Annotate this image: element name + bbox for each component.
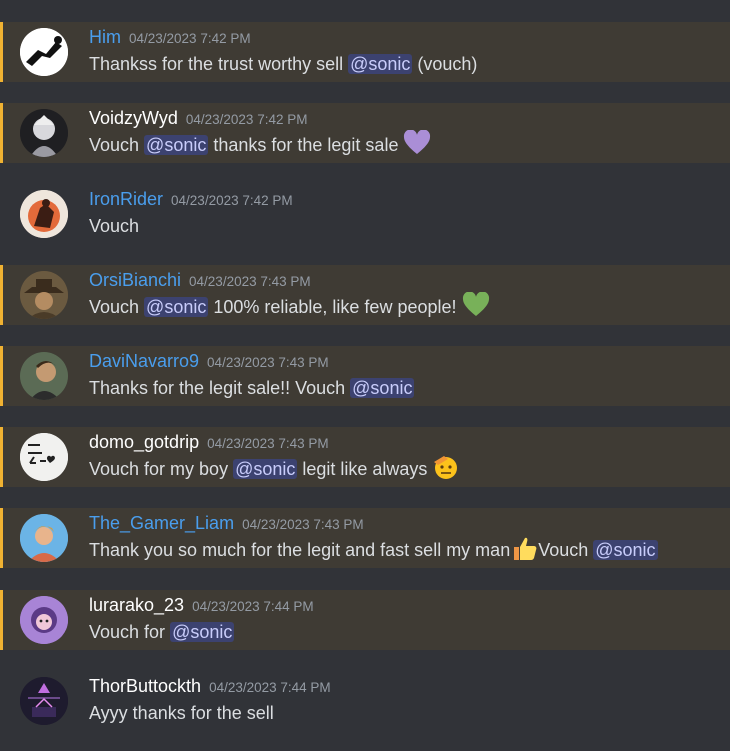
message-content: Vouch @sonic 100% reliable, like few peo…: [89, 291, 490, 318]
message-text: Vouch: [538, 540, 594, 560]
timestamp: 04/23/2023 7:43 PM: [207, 355, 329, 370]
user-mention[interactable]: @sonic: [350, 378, 415, 398]
message[interactable]: Him 04/23/2023 7:42 PM Thankss for the tr…: [0, 22, 730, 82]
timestamp: 04/23/2023 7:42 PM: [185, 112, 308, 127]
avatar[interactable]: [20, 28, 68, 76]
message-text: legit like always: [297, 459, 433, 479]
message-text: Vouch for: [89, 622, 171, 642]
message-header: The_Gamer_Liam 04/23/2023 7:43 PM: [89, 513, 364, 534]
message-header: lurarako_23 04/23/2023 7:44 PM: [89, 595, 314, 616]
message-text: Vouch: [89, 216, 140, 236]
purple-heart-icon: [403, 129, 431, 156]
message-text: Vouch for my boy: [89, 459, 234, 479]
username[interactable]: Him: [89, 27, 121, 47]
message[interactable]: DaviNavarro9 04/23/2023 7:43 PM Thanks fo…: [0, 346, 730, 406]
username[interactable]: OrsiBianchi: [89, 270, 181, 290]
message[interactable]: The_Gamer_Liam 04/23/2023 7:43 PM Thank y…: [0, 508, 730, 568]
user-mention[interactable]: @sonic: [170, 622, 235, 642]
message-content: Vouch for my boy @sonic legit like alway…: [89, 456, 460, 480]
user-mention[interactable]: @sonic: [348, 54, 413, 74]
message-text: Ayyy thanks for the sell: [89, 703, 274, 723]
avatar[interactable]: [20, 677, 68, 725]
message-header: ThorButtockth 04/23/2023 7:44 PM: [89, 676, 331, 697]
avatar[interactable]: [20, 596, 68, 644]
timestamp: 04/23/2023 7:43 PM: [242, 517, 364, 532]
message-header: domo_gotdrip 04/23/2023 7:43 PM: [89, 432, 329, 453]
avatar[interactable]: [20, 109, 68, 157]
timestamp: 04/23/2023 7:42 PM: [171, 193, 293, 208]
message[interactable]: IronRider 04/23/2023 7:42 PM Vouch: [0, 184, 730, 244]
message-text: (vouch): [412, 54, 478, 74]
timestamp: 04/23/2023 7:43 PM: [189, 274, 311, 289]
message[interactable]: ThorButtockth 04/23/2023 7:44 PM Ayyy tha…: [0, 671, 730, 731]
user-mention[interactable]: @sonic: [144, 135, 209, 155]
username[interactable]: ThorButtockth: [89, 676, 201, 696]
user-mention[interactable]: @sonic: [144, 297, 209, 317]
message-content: Vouch @sonic thanks for the legit sale: [89, 129, 431, 156]
username[interactable]: VoidzyWyd: [89, 108, 178, 128]
user-mention[interactable]: @sonic: [233, 459, 298, 479]
message-text: thanks for the legit sale: [208, 135, 404, 155]
timestamp: 04/23/2023 7:44 PM: [192, 599, 314, 614]
message-content: Thanks for the legit sale!! Vouch @sonic: [89, 378, 415, 399]
message[interactable]: OrsiBianchi 04/23/2023 7:43 PM Vouch @son…: [0, 265, 730, 325]
timestamp: 04/23/2023 7:44 PM: [209, 680, 331, 695]
message-header: OrsiBianchi 04/23/2023 7:43 PM: [89, 270, 311, 291]
username[interactable]: DaviNavarro9: [89, 351, 199, 371]
username[interactable]: domo_gotdrip: [89, 432, 199, 452]
timestamp: 04/23/2023 7:43 PM: [207, 436, 329, 451]
message-text: Thankss for the trust worthy sell: [89, 54, 349, 74]
message-text: Vouch: [89, 135, 145, 155]
avatar[interactable]: [20, 352, 68, 400]
message-header: Him 04/23/2023 7:42 PM: [89, 27, 251, 48]
message-content: Vouch for @sonic: [89, 622, 235, 643]
message-content: Ayyy thanks for the sell: [89, 703, 274, 724]
avatar[interactable]: [20, 271, 68, 319]
timestamp: 04/23/2023 7:42 PM: [129, 31, 251, 46]
message-text: 100% reliable, like few people!: [208, 297, 462, 317]
saluting-face-icon: [432, 454, 460, 480]
avatar[interactable]: [20, 190, 68, 238]
message-header: VoidzyWyd 04/23/2023 7:42 PM: [89, 108, 307, 129]
user-mention[interactable]: @sonic: [593, 540, 658, 560]
avatar[interactable]: [20, 433, 68, 481]
message[interactable]: lurarako_23 04/23/2023 7:44 PM Vouch for …: [0, 590, 730, 650]
message-text: Thank you so much for the legit and fast…: [89, 540, 511, 560]
username[interactable]: lurarako_23: [89, 595, 184, 615]
message[interactable]: VoidzyWyd 04/23/2023 7:42 PM Vouch @sonic…: [0, 103, 730, 163]
message-content: Thankss for the trust worthy sell @sonic…: [89, 54, 477, 75]
message-header: IronRider 04/23/2023 7:42 PM: [89, 189, 293, 210]
message[interactable]: domo_gotdrip 04/23/2023 7:43 PM Vouch for…: [0, 427, 730, 487]
message-text: Vouch: [89, 297, 145, 317]
username[interactable]: IronRider: [89, 189, 163, 209]
green-heart-icon: [462, 291, 490, 318]
username[interactable]: The_Gamer_Liam: [89, 513, 234, 533]
message-content: Vouch: [89, 216, 139, 237]
message-text: Thanks for the legit sale!! Vouch: [89, 378, 351, 398]
message-header: DaviNavarro9 04/23/2023 7:43 PM: [89, 351, 329, 372]
avatar[interactable]: [20, 514, 68, 562]
message-content: Thank you so much for the legit and fast…: [89, 537, 658, 561]
thumbs-up-icon: [510, 535, 538, 561]
